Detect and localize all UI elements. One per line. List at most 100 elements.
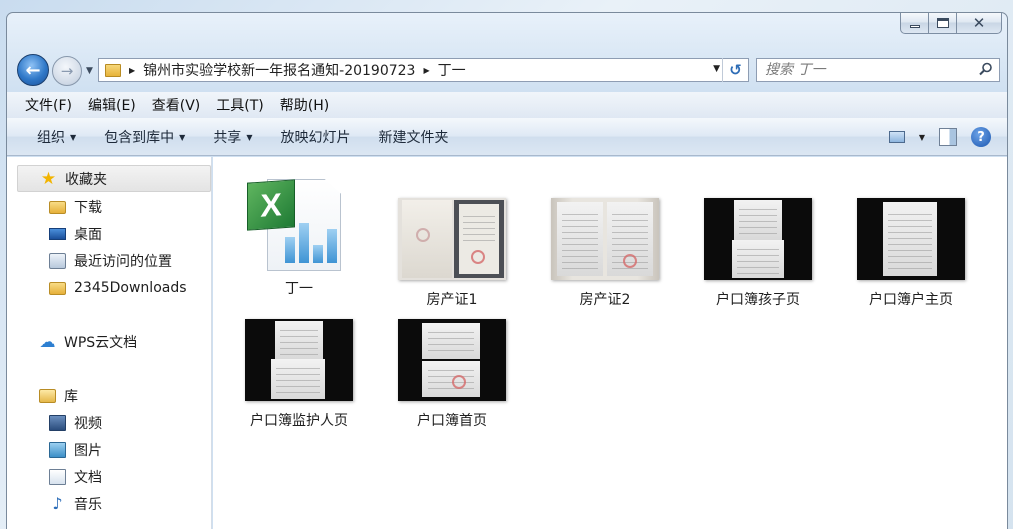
share-button[interactable]: 共享 ▼ — [199, 127, 266, 147]
navigation-pane: ★ 收藏夹 下载 桌面 最近访问的位置 2345Downloads ☁ WPS云… — [7, 157, 212, 529]
address-history-dropdown[interactable]: ▼ — [713, 64, 720, 74]
file-name: 户口簿监护人页 — [250, 413, 348, 429]
help-icon[interactable]: ? — [971, 127, 991, 147]
explorer-window: ✕ ← → ▼ ▶ 锦州市实验学校新一年报名通知-20190723 ▶ 丁一 ▼… — [6, 12, 1008, 529]
file-item-image[interactable]: 户口簿孩子页 — [688, 198, 828, 309]
new-folder-button[interactable]: 新建文件夹 — [364, 127, 462, 147]
nav-music[interactable]: ♪ 音乐 — [49, 494, 102, 514]
file-item-image[interactable]: 房产证1 — [382, 198, 522, 309]
file-item-excel[interactable]: X 丁一 — [229, 175, 369, 298]
menu-help[interactable]: 帮助(H) — [272, 95, 337, 115]
menu-tools[interactable]: 工具(T) — [208, 95, 271, 115]
back-arrow-icon: ← — [25, 59, 41, 81]
nav-music-label: 音乐 — [74, 497, 102, 513]
image-thumbnail — [398, 198, 506, 280]
nav-desktop-label: 桌面 — [74, 227, 102, 243]
nav-favorites-label: 收藏夹 — [65, 171, 107, 188]
preview-pane-icon[interactable] — [939, 128, 957, 146]
slideshow-button[interactable]: 放映幻灯片 — [266, 127, 364, 147]
recent-places-icon — [49, 253, 66, 269]
nav-wps-cloud-label: WPS云文档 — [64, 335, 138, 351]
forward-button[interactable]: → — [52, 56, 82, 86]
documents-library-icon — [49, 469, 66, 485]
nav-videos[interactable]: 视频 — [49, 413, 102, 433]
include-in-library-label: 包含到库中 — [104, 129, 175, 146]
nav-libraries[interactable]: 库 — [39, 386, 78, 406]
address-bar[interactable]: ▶ 锦州市实验学校新一年报名通知-20190723 ▶ 丁一 ▼ ↺ — [98, 58, 749, 82]
file-item-image[interactable]: 户口簿首页 — [382, 319, 522, 430]
chevron-down-icon: ▼ — [246, 133, 253, 142]
command-bar-right: ▼ ? — [888, 127, 991, 147]
command-bar: 组织 ▼ 包含到库中 ▼ 共享 ▼ 放映幻灯片 新建文件夹 ▼ ? — [7, 118, 1007, 156]
nav-wps-cloud[interactable]: ☁ WPS云文档 — [39, 332, 138, 352]
maximize-button[interactable] — [928, 13, 956, 34]
chevron-down-icon: ▼ — [179, 133, 186, 142]
nav-2345downloads-label: 2345Downloads — [74, 280, 187, 296]
close-button[interactable]: ✕ — [956, 13, 1002, 34]
nav-recent-places[interactable]: 最近访问的位置 — [49, 251, 172, 271]
include-in-library-button[interactable]: 包含到库中 ▼ — [90, 127, 199, 147]
pictures-library-icon — [49, 442, 66, 458]
organize-button[interactable]: 组织 ▼ — [23, 127, 90, 147]
file-item-image[interactable]: 房产证2 — [535, 198, 675, 309]
nav-documents[interactable]: 文档 — [49, 467, 102, 487]
file-name: 丁一 — [285, 281, 313, 297]
folder-icon — [105, 63, 121, 77]
file-name: 房产证2 — [579, 292, 631, 308]
menu-view[interactable]: 查看(V) — [144, 95, 209, 115]
star-icon: ★ — [40, 168, 57, 189]
image-thumbnail — [551, 198, 659, 280]
menu-edit[interactable]: 编辑(E) — [80, 95, 144, 115]
search-icon[interactable] — [979, 62, 993, 76]
chevron-down-icon: ▼ — [70, 133, 77, 142]
breadcrumb-parent-folder[interactable]: 锦州市实验学校新一年报名通知-20190723 — [143, 60, 415, 80]
search-box[interactable] — [756, 58, 1000, 82]
maximize-icon — [936, 18, 949, 28]
back-button[interactable]: ← — [17, 54, 49, 86]
desktop-icon — [49, 228, 66, 240]
nav-desktop[interactable]: 桌面 — [49, 224, 102, 244]
nav-recent-places-label: 最近访问的位置 — [74, 254, 172, 270]
breadcrumb-separator-icon[interactable]: ▶ — [423, 66, 429, 75]
breadcrumb-separator-icon[interactable]: ▶ — [129, 66, 135, 75]
file-item-image[interactable]: 户口簿监护人页 — [229, 319, 369, 430]
folder-icon — [49, 281, 66, 295]
library-icon — [39, 389, 56, 403]
close-icon: ✕ — [972, 14, 986, 32]
cloud-icon: ☁ — [39, 332, 56, 351]
music-note-icon: ♪ — [52, 494, 63, 513]
nav-videos-label: 视频 — [74, 416, 102, 432]
forward-arrow-icon: → — [60, 62, 74, 80]
file-list: X 丁一 房产证1 房产证2 户口簿孩子页 户口簿户主页 户口簿监护人页 户口簿… — [213, 157, 1007, 529]
menu-bar: 文件(F) 编辑(E) 查看(V) 工具(T) 帮助(H) — [7, 92, 1007, 118]
nav-downloads[interactable]: 下载 — [49, 197, 102, 217]
image-thumbnail — [704, 198, 812, 280]
minimize-button[interactable] — [900, 13, 928, 34]
caption-buttons: ✕ — [900, 13, 1002, 34]
nav-2345downloads[interactable]: 2345Downloads — [49, 278, 187, 298]
nav-pictures[interactable]: 图片 — [49, 440, 102, 460]
file-item-image[interactable]: 户口簿户主页 — [841, 198, 981, 309]
folder-icon — [49, 200, 66, 214]
nav-favorites[interactable]: ★ 收藏夹 — [17, 165, 211, 192]
breadcrumb-current-folder[interactable]: 丁一 — [438, 60, 466, 80]
change-view-icon[interactable] — [888, 131, 905, 143]
menu-file[interactable]: 文件(F) — [17, 95, 80, 115]
image-thumbnail — [857, 198, 965, 280]
file-name: 户口簿户主页 — [869, 292, 953, 308]
refresh-button[interactable]: ↺ — [722, 58, 748, 82]
view-options-dropdown[interactable]: ▼ — [919, 133, 925, 142]
nav-libraries-label: 库 — [64, 389, 78, 405]
nav-documents-label: 文档 — [74, 470, 102, 486]
share-label: 共享 — [213, 129, 242, 146]
recent-pages-dropdown[interactable]: ▼ — [86, 66, 93, 76]
image-thumbnail — [398, 319, 506, 401]
file-name: 房产证1 — [426, 292, 478, 308]
nav-downloads-label: 下载 — [74, 200, 102, 216]
nav-pictures-label: 图片 — [74, 443, 102, 459]
excel-file-icon: X — [245, 175, 353, 275]
organize-label: 组织 — [37, 129, 65, 146]
file-name: 户口簿首页 — [417, 413, 487, 429]
image-thumbnail — [245, 319, 353, 401]
search-input[interactable] — [765, 60, 975, 80]
